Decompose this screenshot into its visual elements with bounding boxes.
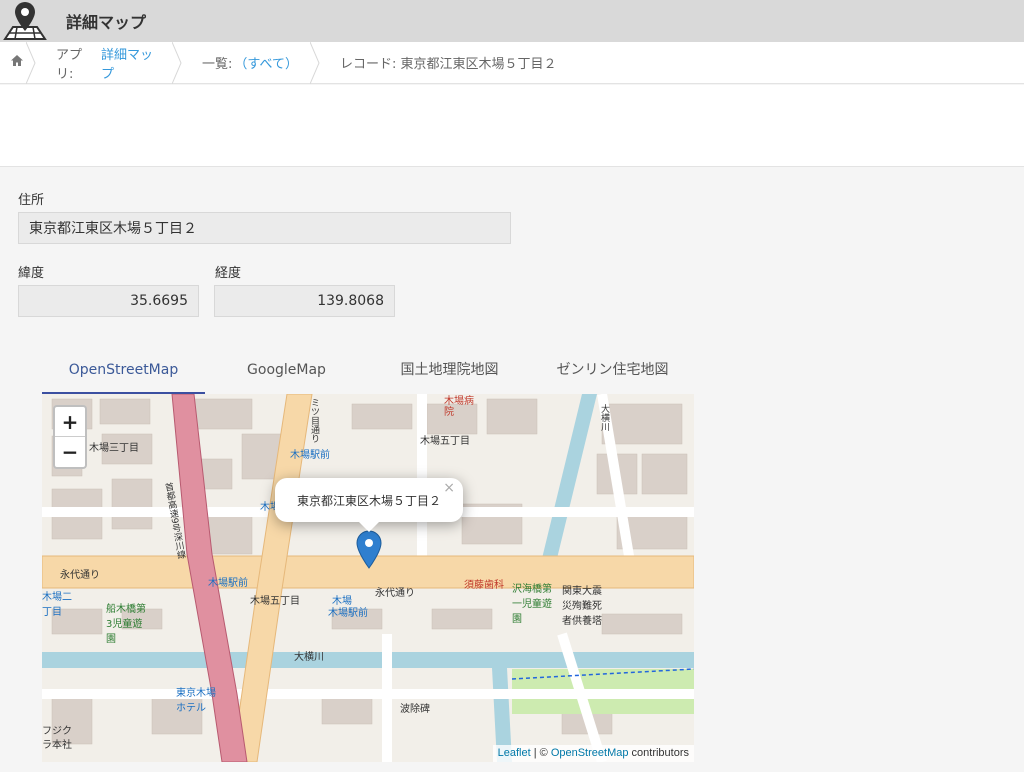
zoom-out-button[interactable]: − (55, 437, 85, 467)
map-label: 永代通り (60, 570, 100, 581)
map-label: ラ本社 (42, 740, 72, 751)
marker-popup: 東京都江東区木場５丁目２ × (275, 478, 463, 532)
page-title: 詳細マップ (66, 13, 147, 32)
map-label: 関東大震災殉難死者供養塔 (562, 586, 602, 627)
map-label: 東京木場ホテル (176, 688, 216, 714)
longitude-field: 139.8068 (214, 285, 395, 317)
record-detail: 住所 東京都江東区木場５丁目２ 緯度 35.6695 経度 139.8068 O… (0, 167, 1024, 772)
latitude-label: 緯度 (18, 266, 45, 281)
osm-link[interactable]: OpenStreetMap (551, 747, 629, 759)
map-tabs: OpenStreetMap GoogleMap 国土地理院地図 ゼンリン住宅地図 (42, 352, 694, 394)
tab-gsi-map[interactable]: 国土地理院地図 (368, 352, 531, 394)
breadcrumb: アプリ: 詳細マップ 一覧: （すべて） レコード: 東京都江東区木場５丁目２ (0, 41, 1024, 84)
address-label: 住所 (18, 193, 45, 208)
map-attribution: Leaflet | © OpenStreetMap contributors (492, 745, 694, 762)
breadcrumb-app-link[interactable]: 詳細マップ (101, 44, 164, 82)
popup-close-button[interactable]: × (443, 480, 455, 496)
map-label: 須藤歯科 (464, 580, 504, 591)
map-label: フジク (42, 726, 72, 737)
breadcrumb-list-prefix: 一覧: (202, 57, 233, 72)
map-label: 木場駅前 (290, 450, 330, 461)
attribution-suffix: contributors (628, 747, 689, 759)
breadcrumb-record: レコード: 東京都江東区木場５丁目２ (320, 42, 575, 84)
breadcrumb-list[interactable]: 一覧: （すべて） (182, 41, 320, 84)
toolbar-area (0, 85, 1024, 167)
breadcrumb-app-prefix: アプリ: (56, 47, 83, 82)
map-label: 木場三丁目 (89, 443, 139, 454)
map-label: 木場二丁目 (42, 592, 72, 618)
address-field: 東京都江東区木場５丁目２ (18, 212, 511, 244)
zoom-in-button[interactable]: + (55, 407, 85, 437)
map-label: 木場駅前 (208, 578, 248, 589)
map-label: 大横川 (294, 652, 324, 663)
map-label: 大横川 (599, 404, 609, 431)
map-label: ミツ目通り (309, 398, 319, 443)
leaflet-link[interactable]: Leaflet (498, 747, 531, 759)
map-view[interactable]: 木場三丁目 木場五丁目 木場駅前 永代通り 永代通り 木場駅前 木場五丁目 木場… (42, 394, 694, 762)
breadcrumb-home[interactable] (0, 41, 36, 84)
popup-tip (359, 522, 379, 532)
map-label: 波除碑 (400, 704, 430, 715)
latitude-field: 35.6695 (18, 285, 199, 317)
map-label: 永代通り (375, 588, 415, 599)
map-label: 木場駅前 (328, 608, 368, 619)
tab-googlemap[interactable]: GoogleMap (205, 352, 368, 394)
map-label: 船木橋第3児童遊園 (106, 604, 146, 645)
map-label: 木場五丁目 (420, 436, 470, 447)
app-header: 詳細マップ (0, 0, 1024, 42)
breadcrumb-app[interactable]: アプリ: 詳細マップ (36, 41, 182, 84)
breadcrumb-list-link[interactable]: （すべて） (234, 53, 298, 72)
map-label: 木場五丁目 (250, 596, 300, 607)
popup-text: 東京都江東区木場５丁目２ (296, 493, 441, 508)
tab-openstreetmap[interactable]: OpenStreetMap (42, 352, 205, 394)
map-tiles (42, 394, 694, 762)
map-label: 木場病院 (444, 396, 474, 418)
longitude-label: 経度 (215, 266, 242, 281)
map-pin-icon (0, 0, 50, 42)
attribution-separator: | © (530, 747, 551, 759)
map-label: 沢海橋第一児童遊園 (512, 584, 552, 625)
tab-zenrin-map[interactable]: ゼンリン住宅地図 (531, 352, 694, 394)
zoom-control: + − (53, 405, 87, 469)
breadcrumb-record-label: レコード: 東京都江東区木場５丁目２ (340, 57, 557, 72)
home-icon[interactable] (10, 54, 24, 71)
